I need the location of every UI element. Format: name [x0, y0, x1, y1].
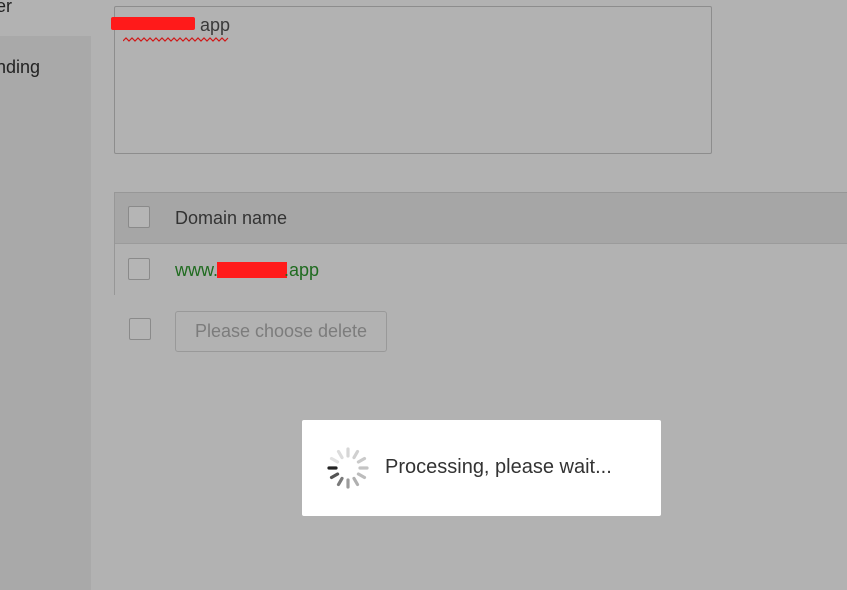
- loading-toast: Processing, please wait...: [302, 420, 661, 516]
- sidebar-item-pending[interactable]: nding: [0, 57, 40, 78]
- select-all-checkbox[interactable]: [128, 206, 150, 228]
- row-checkbox[interactable]: [128, 258, 150, 280]
- sidebar: er nding: [0, 0, 91, 590]
- table-row: www. .app: [115, 244, 847, 295]
- loading-spinner-icon: [327, 447, 369, 489]
- table-header-row: Domain name: [115, 193, 847, 244]
- redaction-mark: [217, 262, 288, 278]
- sidebar-top-cap: [0, 0, 91, 36]
- column-header-domain-name: Domain name: [175, 208, 288, 228]
- domain-table: Domain name www. .app: [114, 192, 847, 295]
- domain-suffix: .app: [284, 260, 320, 280]
- domain-textarea[interactable]: app: [111, 6, 712, 154]
- spellcheck-underline: [123, 37, 229, 42]
- domain-prefix: www.: [175, 260, 219, 280]
- delete-button[interactable]: Please choose delete: [175, 311, 387, 352]
- domain-link[interactable]: www. .app: [175, 260, 319, 281]
- footer-select-checkbox[interactable]: [129, 318, 151, 340]
- loading-message: Processing, please wait...: [385, 456, 612, 478]
- sidebar-item-partial[interactable]: er: [0, 0, 12, 17]
- redaction-mark: [111, 17, 195, 30]
